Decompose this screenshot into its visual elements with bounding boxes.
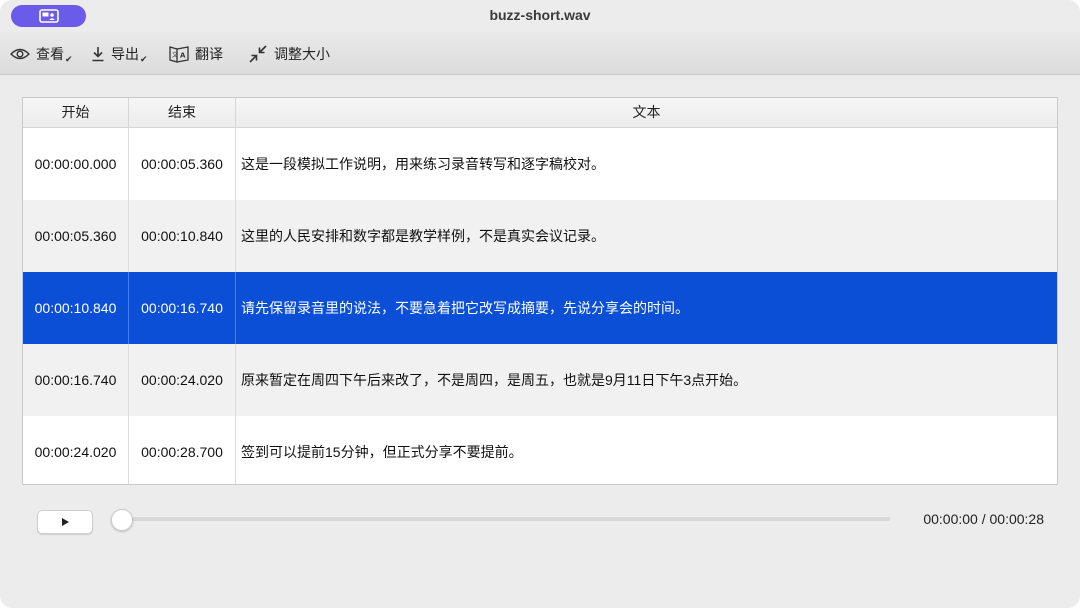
text-cell[interactable]: 这里的人民安排和数字都是教学样例，不是真实会议记录。	[241, 200, 1051, 272]
start-time-cell: 00:00:16.740	[23, 344, 129, 416]
table-row[interactable]: 00:00:05.360 00:00:10.840 这里的人民安排和数字都是教学…	[23, 200, 1057, 272]
start-time-cell: 00:00:00.000	[23, 128, 129, 200]
end-time-cell: 00:00:28.700	[129, 416, 236, 484]
translate-label: 翻译	[195, 46, 223, 62]
export-menu-label: 导出	[111, 46, 139, 62]
text-cell[interactable]: 请先保留录音里的说法，不要急着把它改写成摘要，先说分享会的时间。	[241, 272, 1051, 344]
audio-player: 00:00:00 / 00:00:28	[0, 484, 1080, 608]
end-time-cell: 00:00:24.020	[129, 344, 236, 416]
resize-button[interactable]: 调整大小	[248, 44, 330, 64]
start-time-cell: 00:00:24.020	[23, 416, 129, 484]
text-cell[interactable]: 这是一段模拟工作说明，用来练习录音转写和逐字稿校对。	[241, 128, 1051, 200]
start-time-cell: 00:00:10.840	[23, 272, 129, 344]
view-menu-button[interactable]: 查看 ✔	[10, 44, 73, 64]
svg-text:A: A	[180, 52, 186, 60]
window-title: buzz-short.wav	[489, 7, 591, 23]
table-row-selected[interactable]: 00:00:10.840 00:00:16.740 请先保留录音里的说法，不要急…	[23, 272, 1057, 344]
export-menu-button[interactable]: 导出 ✔	[91, 44, 148, 64]
transcript-table: 开始 结束 文本 00:00:00.000 00:00:05.360 这是一段模…	[22, 97, 1058, 485]
title-bar: buzz-short.wav	[0, 0, 1080, 32]
table-row[interactable]: 00:00:00.000 00:00:05.360 这是一段模拟工作说明，用来练…	[23, 128, 1057, 200]
text-cell[interactable]: 原来暂定在周四下午后来改了，不是周四，是周五，也就是9月11日下午3点开始。	[241, 344, 1051, 416]
play-button[interactable]	[37, 510, 93, 534]
table-header: 开始 结束 文本	[23, 98, 1057, 128]
download-icon	[91, 46, 105, 62]
play-icon	[62, 518, 69, 526]
app-window: buzz-short.wav 查看 ✔ 导出 ✔ 文 A 翻译 调整大小 开始 …	[0, 0, 1080, 608]
translate-button[interactable]: 文 A 翻译	[169, 44, 223, 64]
eye-icon	[10, 47, 30, 61]
resize-label: 调整大小	[274, 46, 330, 62]
seek-slider[interactable]	[111, 509, 890, 531]
start-time-cell: 00:00:05.360	[23, 200, 129, 272]
view-menu-label: 查看	[36, 46, 64, 62]
translate-icon: 文 A	[169, 45, 189, 63]
seek-slider-knob[interactable]	[111, 509, 133, 531]
svg-text:文: 文	[172, 51, 178, 59]
column-header-end[interactable]: 结束	[129, 98, 236, 127]
toolbar: 查看 ✔ 导出 ✔ 文 A 翻译 调整大小	[0, 32, 1080, 75]
table-row[interactable]: 00:00:16.740 00:00:24.020 原来暂定在周四下午后来改了，…	[23, 344, 1057, 416]
time-display: 00:00:00 / 00:00:28	[923, 511, 1044, 527]
column-header-text[interactable]: 文本	[236, 98, 1057, 127]
chevron-down-icon: ✔	[65, 53, 73, 64]
chevron-down-icon: ✔	[140, 53, 148, 64]
text-cell[interactable]: 签到可以提前15分钟，但正式分享不要提前。	[241, 416, 1051, 484]
end-time-cell: 00:00:05.360	[129, 128, 236, 200]
column-header-start[interactable]: 开始	[23, 98, 129, 127]
table-row[interactable]: 00:00:24.020 00:00:28.700 签到可以提前15分钟，但正式…	[23, 416, 1057, 484]
end-time-cell: 00:00:10.840	[129, 200, 236, 272]
end-time-cell: 00:00:16.740	[129, 272, 236, 344]
shrink-icon	[248, 44, 268, 64]
